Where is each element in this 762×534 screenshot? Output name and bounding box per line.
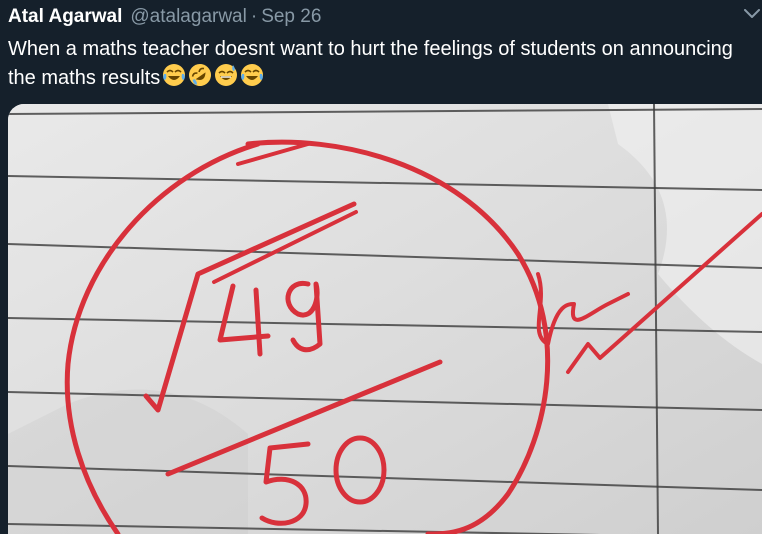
emoji-row [162, 63, 264, 87]
tears-of-joy-icon [241, 64, 264, 86]
grinning-sweat-icon [215, 64, 238, 86]
exam-paper-photo [8, 104, 762, 534]
author-handle[interactable]: @atalagarwal [130, 4, 246, 30]
tears-of-joy-icon [163, 64, 186, 86]
chevron-down-icon[interactable] [742, 4, 762, 24]
author-name[interactable]: Atal Agarwal [8, 4, 122, 30]
separator-dot: · [250, 6, 258, 27]
tweet-photo[interactable] [8, 104, 762, 534]
rolling-laughing-icon [189, 64, 212, 86]
tweet-timestamp[interactable]: Sep 26 [261, 4, 321, 30]
tweet: Atal Agarwal @atalagarwal · Sep 26 When … [0, 0, 762, 534]
tweet-text: When a maths teacher doesnt want to hurt… [8, 38, 733, 89]
tweet-header: Atal Agarwal @atalagarwal · Sep 26 [8, 4, 321, 30]
tweet-body: When a maths teacher doesnt want to hurt… [8, 36, 748, 92]
